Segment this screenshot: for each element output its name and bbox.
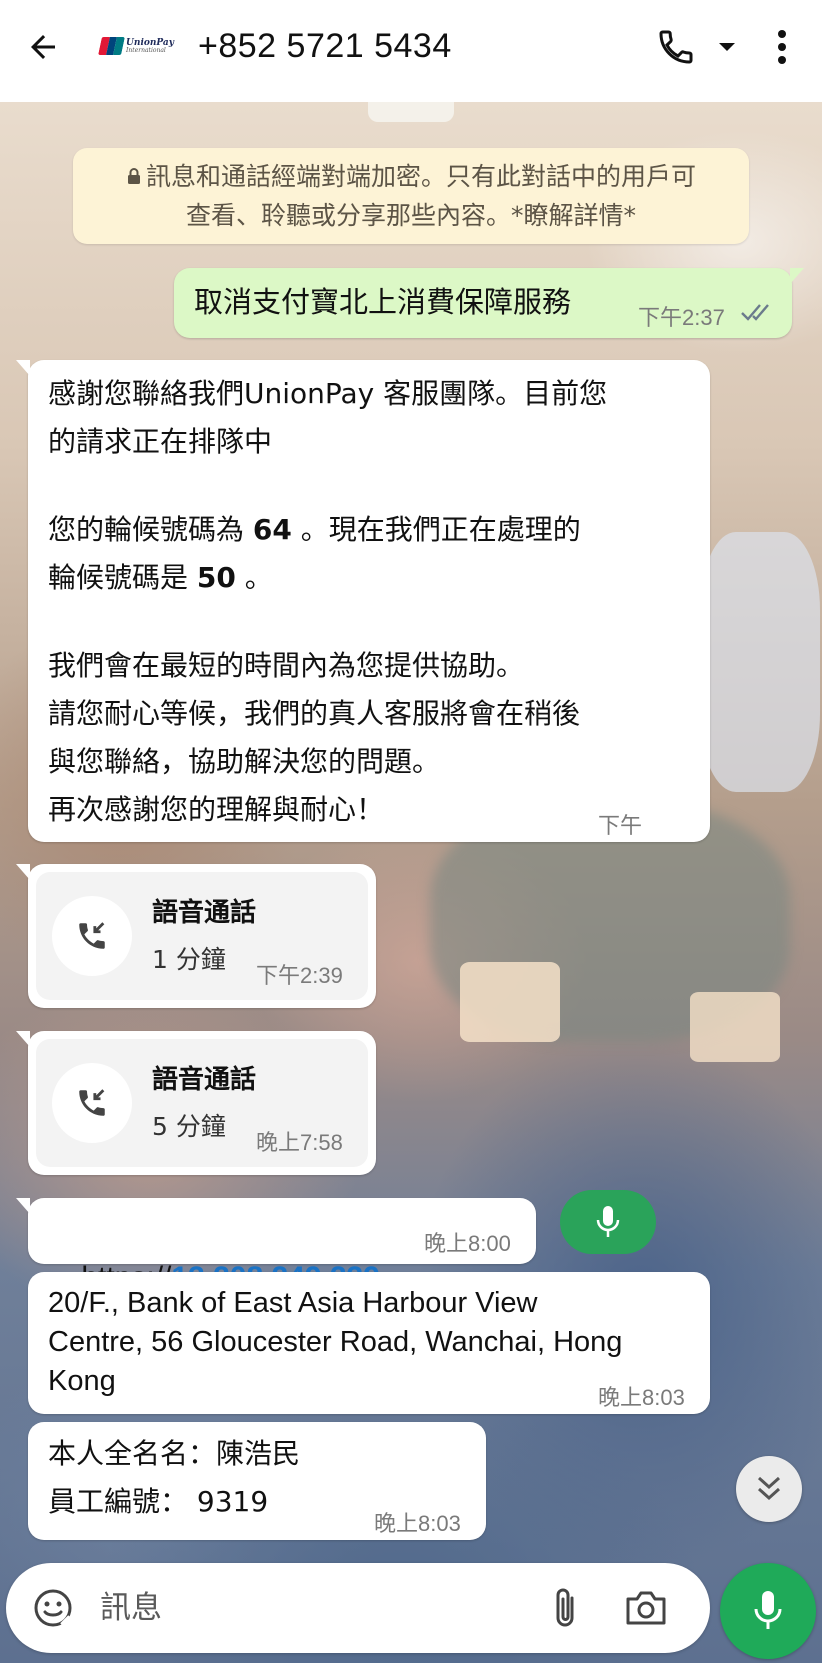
double-check-icon bbox=[741, 304, 769, 321]
attach-button[interactable] bbox=[540, 1583, 590, 1633]
message-time: 下午2:39 bbox=[256, 963, 343, 988]
message-line: 感謝您聯絡我們UnionPay 客服團隊。目前您 bbox=[48, 377, 608, 410]
more-options-button[interactable] bbox=[760, 22, 804, 72]
emoji-button[interactable] bbox=[28, 1583, 78, 1633]
scroll-to-bottom-button[interactable] bbox=[736, 1456, 802, 1522]
call-duration: 1 分鐘 bbox=[152, 945, 226, 974]
message-line: 的請求正在排隊中 bbox=[48, 425, 273, 458]
mic-icon bbox=[754, 1591, 782, 1629]
message-line: 輪候號碼是 50 。 bbox=[48, 561, 273, 594]
call-title: 語音通話 bbox=[152, 898, 257, 928]
call-icon-circle bbox=[52, 1063, 132, 1143]
incoming-message[interactable]: 感謝您聯絡我們UnionPay 客服團隊。目前您 的請求正在排隊中 您的輪候號碼… bbox=[16, 360, 710, 842]
message-line: 請您耐心等候，我們的真人客服將會在稍後 bbox=[48, 697, 581, 730]
queue-number: 64 bbox=[252, 513, 292, 546]
bubble-tail bbox=[790, 268, 804, 284]
camera-icon bbox=[626, 1591, 666, 1625]
message-time: 晚上8:00 bbox=[424, 1231, 511, 1256]
contact-name[interactable]: +852 5721 5434 bbox=[198, 22, 452, 70]
wallpaper-blur bbox=[690, 992, 780, 1062]
link-message[interactable]: https://13.208.249.239 晚上8:00 bbox=[16, 1198, 536, 1294]
encryption-notice-line1: 訊息和通話經端對端加密。只有此對話中的用戶可 bbox=[145, 162, 696, 191]
message-line: 您的輪候號碼為 64 。現在我們正在處理的 bbox=[48, 513, 581, 546]
message-line: 20/F., Bank of East Asia Harbour View bbox=[48, 1287, 538, 1319]
bubble-tail bbox=[16, 360, 30, 376]
message-line: 與您聯絡，協助解決您的問題。 bbox=[48, 745, 441, 778]
incoming-message[interactable]: 20/F., Bank of East Asia Harbour View Ce… bbox=[28, 1272, 710, 1414]
chat-header: UnionPay International +852 5721 5434 bbox=[0, 0, 822, 102]
encryption-notice-line2: 查看、聆聽或分享那些內容。*瞭解詳情* bbox=[185, 201, 636, 230]
message-body: 感謝您聯絡我們UnionPay 客服團隊。目前您 的請求正在排隊中 您的輪候號碼… bbox=[48, 370, 698, 834]
call-options-button[interactable] bbox=[712, 30, 742, 64]
call-duration: 5 分鐘 bbox=[152, 1112, 226, 1141]
message-time: 晚上7:58 bbox=[256, 1130, 343, 1155]
message-time: 下午2:37 bbox=[638, 305, 725, 330]
message-composer bbox=[6, 1563, 710, 1653]
mic-icon bbox=[596, 1206, 620, 1237]
wallpaper-blur bbox=[460, 962, 560, 1042]
voice-record-hint[interactable] bbox=[560, 1190, 656, 1254]
call-title: 語音通話 bbox=[152, 1065, 257, 1095]
bubble-tail bbox=[16, 1031, 30, 1047]
message-time: 晚上8:03 bbox=[374, 1511, 461, 1536]
encryption-notice[interactable]: 訊息和通話經端對端加密。只有此對話中的用戶可 查看、聆聽或分享那些內容。*瞭解詳… bbox=[73, 148, 749, 244]
message-time: 晚上8:03 bbox=[598, 1385, 685, 1410]
voice-message-button[interactable] bbox=[720, 1563, 816, 1659]
current-number: 50 bbox=[196, 561, 236, 594]
voice-call-button[interactable] bbox=[650, 22, 702, 72]
voice-call-message[interactable]: 語音通話 5 分鐘 晚上7:58 bbox=[16, 1031, 376, 1175]
contact-avatar[interactable]: UnionPay International bbox=[98, 33, 174, 59]
call-card: 語音通話 1 分鐘 下午2:39 bbox=[36, 872, 368, 1000]
bubble-tail bbox=[16, 864, 30, 880]
caret-down-icon bbox=[719, 43, 735, 51]
call-icon-circle bbox=[52, 896, 132, 976]
message-text: 取消支付寶北上消費保障服務 bbox=[194, 285, 572, 319]
incoming-message[interactable]: 本人全名名：陳浩民 員工編號： 9319 晚上8:03 bbox=[28, 1422, 486, 1540]
camera-button[interactable] bbox=[618, 1583, 674, 1633]
incoming-call-icon bbox=[79, 1089, 105, 1116]
message-line: 我們會在最短的時間內為您提供協助。 bbox=[48, 649, 525, 682]
message-line bbox=[48, 466, 698, 506]
incoming-call-icon bbox=[79, 922, 105, 949]
voice-call-icon bbox=[659, 30, 693, 64]
message-input[interactable] bbox=[100, 1585, 520, 1631]
message-line bbox=[48, 602, 698, 642]
unionpay-logo-icon bbox=[98, 37, 125, 55]
more-vert-icon bbox=[778, 30, 786, 64]
emoji-sticker-icon bbox=[34, 1589, 72, 1627]
bubble-tail bbox=[16, 1198, 30, 1214]
voice-call-message[interactable]: 語音通話 1 分鐘 下午2:39 bbox=[16, 864, 376, 1008]
back-arrow-icon bbox=[31, 35, 55, 59]
message-time: 下午 bbox=[598, 813, 643, 838]
message-line: 本人全名名：陳浩民 bbox=[48, 1437, 301, 1470]
outgoing-message[interactable]: 取消支付寶北上消費保障服務 下午2:37 bbox=[174, 268, 804, 338]
call-card: 語音通話 5 分鐘 晚上7:58 bbox=[36, 1039, 368, 1167]
lock-icon bbox=[127, 168, 140, 184]
double-chevron-down-icon bbox=[757, 1476, 781, 1501]
back-button[interactable] bbox=[18, 22, 68, 72]
message-line: Centre, 56 Gloucester Road, Wanchai, Hon… bbox=[48, 1326, 623, 1358]
attach-icon bbox=[556, 1588, 574, 1627]
avatar-logo-text: UnionPay International bbox=[126, 37, 174, 54]
wallpaper-blur bbox=[700, 532, 820, 792]
